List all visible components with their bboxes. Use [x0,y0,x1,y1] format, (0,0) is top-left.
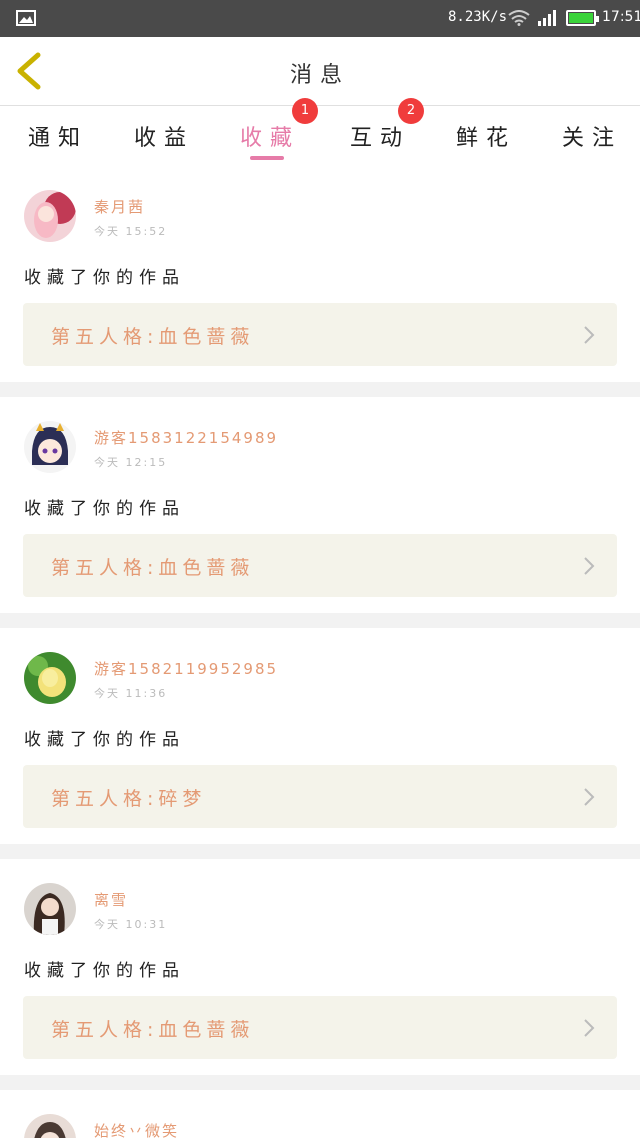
list-item: 秦月茜 今天 15:52 收藏了你的作品 第五人格:血色蔷薇 [0,172,640,382]
tab-notifications[interactable]: 通知 [28,120,88,160]
tab-bar: 通知 收益 收藏 1 互动 2 鲜花 关注 [0,98,640,172]
page-title: 消息 [289,63,350,88]
work-link[interactable]: 第五人格:碎梦 [23,765,617,828]
list-item: 游客1583122154989 今天 12:15 收藏了你的作品 第五人格:血色… [0,397,640,613]
work-title: 第五人格:血色蔷薇 [51,326,255,348]
page-header: 消息 [0,37,640,106]
chevron-right-icon [584,1019,595,1037]
user-avatar[interactable] [24,652,76,704]
work-link[interactable]: 第五人格:血色蔷薇 [23,534,617,597]
user-name[interactable]: 游客1582119952985 [94,658,278,679]
timestamp: 今天 12:15 [94,456,168,469]
status-bar: 8.23K/s 17:51 [0,0,640,37]
user-avatar[interactable] [24,190,76,242]
work-title: 第五人格:碎梦 [51,788,207,810]
action-text: 收藏了你的作品 [24,961,185,981]
image-icon [16,10,36,26]
chevron-right-icon [584,788,595,806]
user-avatar[interactable] [24,883,76,935]
tab-following[interactable]: 关注 [562,120,622,160]
interactions-badge: 2 [398,98,424,124]
user-name[interactable]: 始终丷微笑 [94,1120,179,1138]
chevron-right-icon [584,557,595,575]
list-item: 游客1582119952985 今天 11:36 收藏了你的作品 第五人格:碎梦 [0,628,640,844]
work-link[interactable]: 第五人格:血色蔷薇 [23,303,617,366]
user-avatar[interactable] [24,421,76,473]
clock: 17:51 [602,9,640,25]
list-item: 始终丷微笑 [0,1090,640,1138]
tab-flowers[interactable]: 鲜花 [456,120,516,160]
tab-favorites[interactable]: 收藏 [240,120,300,160]
action-text: 收藏了你的作品 [24,499,185,519]
user-name[interactable]: 离雪 [94,889,128,910]
wifi-icon [508,10,530,26]
work-title: 第五人格:血色蔷薇 [51,557,255,579]
user-name[interactable]: 游客1583122154989 [94,427,278,448]
timestamp: 今天 11:36 [94,687,168,700]
timestamp: 今天 10:31 [94,918,168,931]
user-name[interactable]: 秦月茜 [94,196,145,217]
list-item: 离雪 今天 10:31 收藏了你的作品 第五人格:血色蔷薇 [0,859,640,1075]
user-avatar[interactable] [24,1114,76,1138]
chevron-right-icon [584,326,595,344]
action-text: 收藏了你的作品 [24,730,185,750]
action-text: 收藏了你的作品 [24,268,185,288]
favorites-badge: 1 [292,98,318,124]
active-tab-indicator [250,156,284,160]
tab-earnings[interactable]: 收益 [134,120,194,160]
timestamp: 今天 15:52 [94,225,168,238]
tab-interactions[interactable]: 互动 [350,120,410,160]
battery-icon [566,10,599,26]
work-link[interactable]: 第五人格:血色蔷薇 [23,996,617,1059]
signal-icon [538,10,556,26]
network-speed: 8.23K/s [448,9,508,25]
work-title: 第五人格:血色蔷薇 [51,1019,255,1041]
